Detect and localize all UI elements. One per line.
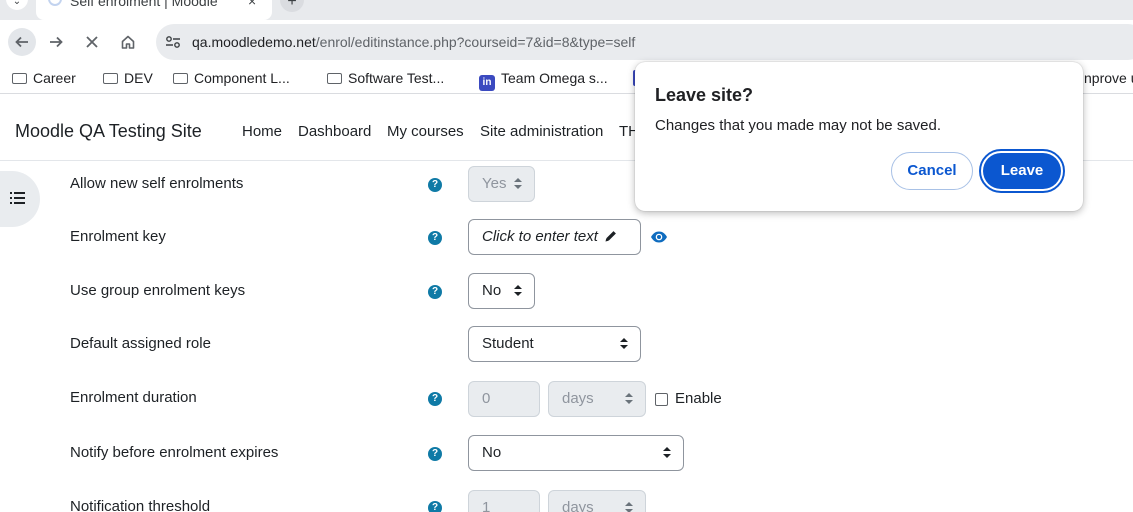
nav-my-courses[interactable]: My courses xyxy=(387,123,464,140)
bookmark-label: Career xyxy=(33,70,76,86)
threshold-unit-select[interactable]: days xyxy=(548,490,646,512)
enrolment-key-placeholder: Click to enter text xyxy=(482,228,598,245)
enrolment-key-input[interactable]: Click to enter text xyxy=(468,219,641,255)
close-icon xyxy=(86,36,98,48)
folder-icon xyxy=(103,73,118,84)
duration-unit: days xyxy=(562,390,594,407)
tab-close-icon[interactable]: × xyxy=(248,0,256,9)
bookmark-dev[interactable]: DEV xyxy=(103,70,153,86)
url-text[interactable]: qa.moodledemo.net/enrol/editinstance.php… xyxy=(192,34,635,50)
folder-icon xyxy=(327,73,342,84)
duration-enable-checkbox[interactable] xyxy=(655,393,668,406)
duration-input[interactable]: 0 xyxy=(468,381,540,417)
bookmark-label: Team Omega s... xyxy=(501,70,608,86)
role-select[interactable]: Student xyxy=(468,326,641,362)
bookmark-label: DEV xyxy=(124,70,153,86)
leave-button[interactable]: Leave xyxy=(979,149,1065,193)
sort-icon xyxy=(625,502,633,512)
sort-icon xyxy=(625,393,633,405)
bookmark-career[interactable]: Career xyxy=(12,70,76,86)
leave-site-dialog: Leave site? Changes that you made may no… xyxy=(635,62,1083,211)
dialog-title: Leave site? xyxy=(655,85,754,105)
sort-icon xyxy=(514,285,522,297)
duration-value: 0 xyxy=(482,390,491,407)
cancel-button[interactable]: Cancel xyxy=(891,152,973,190)
group-keys-label: Use group enrolment keys xyxy=(70,282,246,299)
sort-icon xyxy=(514,178,522,190)
browser-toolbar: qa.moodledemo.net/enrol/editinstance.php… xyxy=(0,20,1133,64)
nav-dashboard[interactable]: Dashboard xyxy=(298,123,371,140)
home-icon xyxy=(121,35,135,49)
forward-button[interactable] xyxy=(42,28,70,56)
nav-site-administration[interactable]: Site administration xyxy=(480,123,603,140)
dialog-message: Changes that you made may not be saved. xyxy=(655,117,942,134)
url-host: qa.moodledemo.net xyxy=(192,34,316,50)
back-button[interactable] xyxy=(8,28,36,56)
bookmark-component[interactable]: Component L... xyxy=(173,70,290,86)
notify-select[interactable]: No xyxy=(468,435,684,471)
site-name[interactable]: Moodle QA Testing Site xyxy=(15,121,202,142)
bookmark-label: nprove u xyxy=(1084,70,1133,86)
threshold-input[interactable]: 1 xyxy=(468,490,540,512)
role-value: Student xyxy=(482,335,534,352)
help-icon[interactable]: ? xyxy=(428,285,442,299)
sort-icon xyxy=(620,338,628,350)
threshold-label: Notification threshold xyxy=(70,498,211,512)
bookmark-improve[interactable]: nprove u xyxy=(1084,70,1133,86)
bookmark-label: Software Test... xyxy=(348,70,445,86)
notify-label: Notify before enrolment expires xyxy=(70,444,279,461)
help-icon[interactable]: ? xyxy=(428,447,442,461)
linkedin-icon: in xyxy=(479,75,495,91)
bookmark-team-omega[interactable]: in Team Omega s... xyxy=(479,70,608,91)
loading-spinner-icon xyxy=(48,0,62,6)
url-path: /enrol/editinstance.php?courseid=7&id=8&… xyxy=(315,34,636,50)
tab-strip: ⌄ Self enrolment | Moodle × + xyxy=(0,0,1133,20)
tab-self-enrolment[interactable]: Self enrolment | Moodle × xyxy=(36,0,272,20)
sort-icon xyxy=(663,447,671,459)
tune-icon xyxy=(166,36,180,48)
nav-home[interactable]: Home xyxy=(242,123,282,140)
arrow-right-icon xyxy=(50,36,63,48)
tab-search-icon[interactable]: ⌄ xyxy=(6,0,28,10)
bookmark-label: Component L... xyxy=(194,70,290,86)
folder-icon xyxy=(173,73,188,84)
stop-button[interactable] xyxy=(78,28,106,56)
site-info-icon[interactable] xyxy=(160,31,186,53)
allow-new-label: Allow new self enrolments xyxy=(70,175,244,192)
leave-button-label: Leave xyxy=(983,153,1061,189)
help-icon[interactable]: ? xyxy=(428,178,442,192)
new-tab-icon[interactable]: + xyxy=(280,0,304,12)
arrow-left-icon xyxy=(15,36,28,48)
help-icon[interactable]: ? xyxy=(428,392,442,406)
notify-value: No xyxy=(482,444,502,461)
list-icon xyxy=(10,191,26,205)
allow-new-select[interactable]: Yes xyxy=(468,166,535,202)
course-index-toggle[interactable] xyxy=(0,171,40,227)
pencil-icon xyxy=(605,231,616,242)
bookmark-software-test[interactable]: Software Test... xyxy=(327,70,444,86)
threshold-unit: days xyxy=(562,499,594,512)
folder-icon xyxy=(12,73,27,84)
duration-enable-label[interactable]: Enable xyxy=(675,390,722,407)
allow-new-value: Yes xyxy=(482,175,507,192)
group-keys-select[interactable]: No xyxy=(468,273,535,309)
tab-title: Self enrolment | Moodle xyxy=(70,0,218,9)
home-button[interactable] xyxy=(114,28,142,56)
duration-label: Enrolment duration xyxy=(70,389,197,406)
help-icon[interactable]: ? xyxy=(428,501,442,512)
duration-unit-select[interactable]: days xyxy=(548,381,646,417)
eye-icon[interactable] xyxy=(650,228,668,246)
threshold-value: 1 xyxy=(482,499,491,512)
group-keys-value: No xyxy=(482,282,502,299)
enrolment-key-label: Enrolment key xyxy=(70,228,166,245)
help-icon[interactable]: ? xyxy=(428,231,442,245)
role-label: Default assigned role xyxy=(70,335,211,352)
